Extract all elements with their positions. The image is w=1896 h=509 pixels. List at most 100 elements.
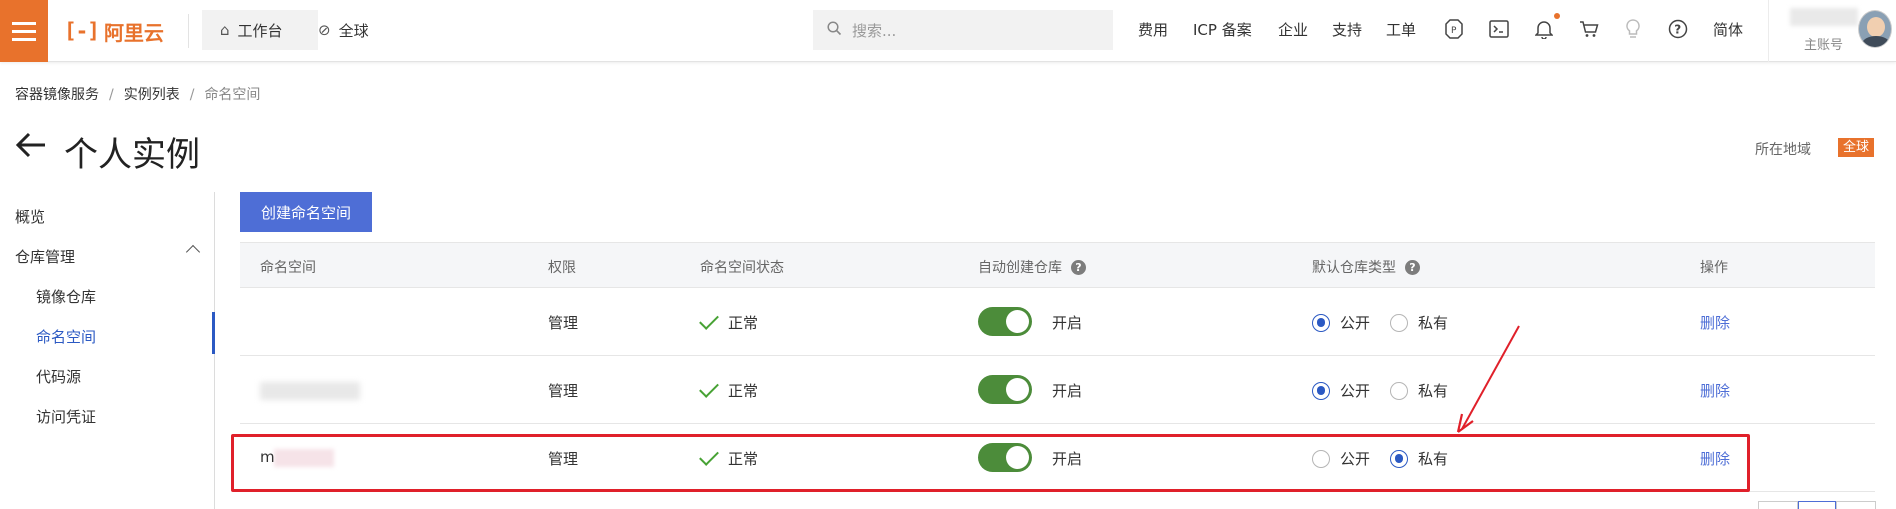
radio-private-label[interactable]: 私有 xyxy=(1418,380,1448,401)
sidebar-item-image-repo[interactable]: 镜像仓库 xyxy=(36,286,96,307)
namespace-name-redacted xyxy=(260,382,360,400)
auto-create-toggle[interactable] xyxy=(978,375,1032,404)
table-header: 命名空间 权限 命名空间状态 自动创建仓库 ? 默认仓库类型 ? 操作 xyxy=(240,242,1875,288)
nav-enterprise-link[interactable]: 企业 xyxy=(1278,19,1308,40)
avatar[interactable] xyxy=(1858,10,1892,48)
svg-text:P: P xyxy=(1451,26,1457,36)
table-row: 管理 正常 开启 公开 私有 删除 xyxy=(240,356,1875,424)
col-auto-create-header: 自动创建仓库 ? xyxy=(978,257,1086,277)
page-title: 个人实例 xyxy=(64,135,200,175)
table-row: 管理 正常 开启 公开 私有 删除 xyxy=(240,288,1875,356)
notification-dot xyxy=(1554,13,1560,19)
radio-private[interactable] xyxy=(1390,313,1409,332)
delete-link[interactable]: 删除 xyxy=(1700,312,1730,333)
radio-public-label[interactable]: 公开 xyxy=(1340,312,1370,333)
avatar-body xyxy=(1862,36,1890,47)
nav-fees-link[interactable]: 费用 xyxy=(1138,19,1168,40)
globe-icon: ⊘ xyxy=(318,21,331,39)
svg-text:?: ? xyxy=(1674,23,1681,37)
divider xyxy=(188,14,189,48)
nav-workbench-button[interactable]: ⌂ 工作台 xyxy=(202,10,318,50)
breadcrumb-item-instance-list[interactable]: 实例列表 xyxy=(124,87,180,103)
col-auto-create: 自动创建仓库 xyxy=(978,260,1062,276)
bell-icon[interactable] xyxy=(1533,18,1555,40)
breadcrumb-item-namespace: 命名空间 xyxy=(204,87,261,103)
toggle-label: 开启 xyxy=(1052,314,1083,332)
radio-private[interactable] xyxy=(1390,381,1409,400)
divider xyxy=(1768,0,1769,62)
nav-global-button[interactable]: ⊘ 全球 xyxy=(318,10,369,50)
pagination-current[interactable] xyxy=(1798,501,1836,509)
search-input[interactable]: 搜索... xyxy=(813,10,1113,50)
breadcrumb-separator: / xyxy=(189,87,195,103)
col-default-repo-type: 默认仓库类型 xyxy=(1312,260,1396,276)
question-icon[interactable]: ? xyxy=(1405,259,1420,275)
menu-line-icon xyxy=(12,21,36,25)
nav-support-link[interactable]: 支持 xyxy=(1332,19,1362,40)
repo-type-radio-group: 公开 私有 xyxy=(1312,380,1468,401)
region-label: 所在地域 xyxy=(1755,142,1811,158)
top-navigation-bar: [-] 阿里云 ⌂ 工作台 ⊘ 全球 搜索... 费用 ICP 备案 企业 支持… xyxy=(0,0,1896,62)
radio-public[interactable] xyxy=(1312,381,1330,400)
radio-public[interactable] xyxy=(1312,313,1330,332)
check-icon xyxy=(699,377,719,398)
language-switch[interactable]: 简体 xyxy=(1713,19,1743,40)
sidebar-item-access-credential[interactable]: 访问凭证 xyxy=(36,406,96,427)
account-name-redacted xyxy=(1790,8,1858,26)
radio-public-label[interactable]: 公开 xyxy=(1340,380,1370,401)
question-icon[interactable]: ? xyxy=(1071,259,1086,275)
breadcrumb: 容器镜像服务 / 实例列表 / 命名空间 xyxy=(15,84,260,104)
lightbulb-icon[interactable] xyxy=(1622,18,1644,40)
permission-value: 管理 xyxy=(548,314,579,332)
nav-ticket-link[interactable]: 工单 xyxy=(1386,19,1416,40)
back-arrow-icon[interactable] xyxy=(14,128,48,162)
status-cell: 正常 xyxy=(699,309,759,333)
status-text: 正常 xyxy=(728,382,759,400)
toggle-label: 开启 xyxy=(1052,382,1083,400)
logo-text: 阿里云 xyxy=(103,20,164,45)
menu-line-icon xyxy=(12,29,36,33)
region-badge[interactable]: 全球 xyxy=(1838,138,1875,157)
status-cell: 正常 xyxy=(699,377,759,401)
col-namespace-status: 命名空间状态 xyxy=(700,260,784,276)
sidebar-active-indicator xyxy=(212,312,215,354)
sidebar-item-overview[interactable]: 概览 xyxy=(15,206,45,227)
sidebar-item-code-source[interactable]: 代码源 xyxy=(36,366,81,387)
search-icon xyxy=(827,20,842,40)
home-icon: ⌂ xyxy=(220,21,230,39)
hamburger-menu-button[interactable] xyxy=(0,0,48,62)
nav-workbench-label: 工作台 xyxy=(237,21,283,40)
permission-value: 管理 xyxy=(548,382,579,400)
menu-line-icon xyxy=(12,37,36,41)
col-namespace: 命名空间 xyxy=(260,260,316,276)
radio-private-label[interactable]: 私有 xyxy=(1418,312,1448,333)
pagination-next[interactable] xyxy=(1836,501,1876,509)
toggle-knob xyxy=(1006,378,1029,401)
sidebar xyxy=(0,192,215,509)
avatar-face xyxy=(1867,17,1885,37)
aliyun-logo-mark-icon: [-] xyxy=(64,19,100,43)
col-default-repo-type-header: 默认仓库类型 ? xyxy=(1312,257,1420,277)
auto-create-toggle[interactable] xyxy=(978,307,1032,336)
sidebar-group-repo-management[interactable]: 仓库管理 xyxy=(15,246,75,267)
nav-global-label: 全球 xyxy=(338,21,369,40)
highlight-box xyxy=(231,434,1750,492)
breadcrumb-separator: / xyxy=(109,87,114,103)
sidebar-item-namespace[interactable]: 命名空间 xyxy=(36,326,96,347)
col-permission: 权限 xyxy=(548,260,576,276)
check-icon xyxy=(699,309,719,330)
terminal-icon[interactable] xyxy=(1488,18,1510,40)
toggle-knob xyxy=(1006,310,1029,333)
delete-link[interactable]: 删除 xyxy=(1700,380,1730,401)
pagination-prev[interactable] xyxy=(1758,501,1798,509)
help-icon[interactable]: ? xyxy=(1667,18,1689,40)
breadcrumb-item-container-registry[interactable]: 容器镜像服务 xyxy=(15,87,99,103)
nav-icp-link[interactable]: ICP 备案 xyxy=(1193,19,1252,40)
resource-icon[interactable]: P xyxy=(1443,18,1465,40)
create-namespace-button[interactable]: 创建命名空间 xyxy=(240,192,372,232)
aliyun-logo[interactable]: [-] 阿里云 xyxy=(64,17,164,45)
search-placeholder: 搜索... xyxy=(852,21,897,40)
account-type-label[interactable]: 主账号 xyxy=(1804,34,1843,53)
cart-icon[interactable] xyxy=(1578,18,1600,40)
status-text: 正常 xyxy=(728,314,759,332)
